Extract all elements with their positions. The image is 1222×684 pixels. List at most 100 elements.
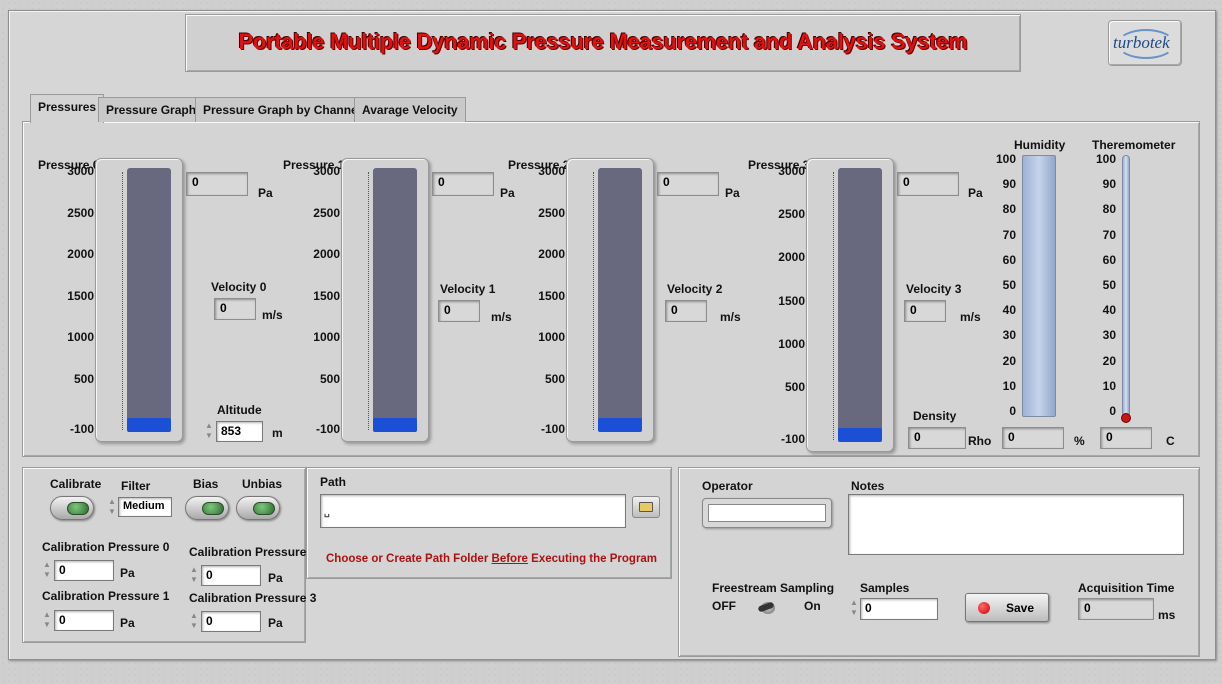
operator-field[interactable] [708,504,826,522]
pressure-0-tick-label: 1500 [67,289,94,303]
tab-pressure-graph[interactable]: Pressure Graph [98,97,205,122]
velocity-1-display: 0 [438,300,480,322]
acquisition-time-label: Acquisition Time [1078,581,1175,595]
acquisition-time-display: 0 [1078,598,1154,620]
unbias-led-icon [253,502,275,515]
calibration-pressure-0-spinner[interactable]: ▲ ▼ [42,560,52,582]
pressure-3-tick-label: 500 [784,380,805,394]
freestream-toggle[interactable] [755,598,781,618]
logo-swoosh-icon [1117,29,1175,59]
pressure-1-tick-label: 1500 [313,289,340,303]
thermometer-tick-label: 20 [1102,354,1116,368]
calibration-pressure-1-label: Calibration Pressure 1 [42,589,170,603]
filter-spinner[interactable]: ▲ ▼ [107,497,117,519]
pressure-0-tick-label: -100 [69,422,94,436]
samples-input[interactable]: 0 [860,598,938,620]
humidity-tick-label: 90 [1002,177,1016,191]
pressure-2-tick-label: 3000 [538,164,565,178]
tab-average-velocity[interactable]: Avarage Velocity [354,97,466,122]
pressure-2-tank-fill [598,168,642,432]
pressure-3-tank-fill [838,168,882,442]
pressure-1-tank-fill [373,168,417,432]
freestream-label: Freestream Sampling [712,581,835,595]
pressure-1-display: 0 [432,172,494,196]
altitude-label: Altitude [217,403,262,417]
calibration-pressure-3-spinner[interactable]: ▲ ▼ [189,611,199,633]
operator-input[interactable] [702,498,832,528]
pressure-0-tick-label: 3000 [67,164,94,178]
calibration-pressure-3-input[interactable]: 0 [201,611,261,632]
density-display: 0 [908,427,966,449]
thermometer-tick-label: 90 [1102,177,1116,191]
altitude-spinner[interactable]: ▲ ▼ [204,421,214,443]
pressure-3-scale-line [833,172,834,440]
pressure-2-level [598,418,642,432]
tab-pressures[interactable]: Pressures [30,94,105,123]
path-warning: Choose or Create Path Folder Before Exec… [326,553,657,565]
pressure-1-tick-label: -100 [315,422,340,436]
notes-input[interactable] [848,494,1184,555]
pressure-3-tick-label: 1000 [778,337,805,351]
bias-button[interactable] [185,496,229,520]
pressure-3-tick-label: 1500 [778,294,805,308]
filter-label: Filter [121,479,151,493]
calibration-pressure-0-input[interactable]: 0 [54,560,114,581]
calibration-pressure-2-label: Calibration Pressure 2 [189,545,317,559]
pressure-0-tick-label: 2000 [67,247,94,261]
tab-pressure-graph-channels[interactable]: Pressure Graph by Channels [195,97,376,122]
pressure-2-tick-label: 1500 [538,289,565,303]
browse-folder-button[interactable] [632,496,660,518]
pressure-0-tick-label: 1000 [67,330,94,344]
pressure-0-tick-label: 500 [73,372,94,386]
pressure-1-scale-line [368,172,369,430]
thermometer-tick-label: 80 [1102,202,1116,216]
density-unit: Rho [968,434,992,448]
path-input[interactable]: ␣ [320,494,626,528]
velocity-0-unit: m/s [262,308,283,322]
unbias-button[interactable] [236,496,280,520]
pressure-3-display: 0 [897,172,959,196]
filter-select[interactable]: Medium [118,497,172,517]
humidity-tick-label: 70 [1002,228,1016,242]
title-banner: Portable Multiple Dynamic Pressure Measu… [185,14,1021,72]
pressure-0-scale-line [122,172,123,430]
pressure-3-tick-label: 2500 [778,207,805,221]
acquisition-time-unit: ms [1158,608,1176,622]
pressure-0-unit: Pa [258,186,273,200]
thermometer-tick-label: 0 [1109,404,1116,418]
samples-label: Samples [860,581,910,595]
pressure-1-tick-label: 3000 [313,164,340,178]
calibration-pressure-2-spinner[interactable]: ▲ ▼ [189,565,199,587]
bias-label: Bias [193,477,219,491]
humidity-tube [1022,155,1056,417]
calibration-pressure-3-unit: Pa [268,616,283,630]
calibration-pressure-1-spinner[interactable]: ▲ ▼ [42,610,52,632]
samples-spinner[interactable]: ▲ ▼ [849,598,859,620]
record-led-icon [978,602,990,614]
thermometer-bulb-icon [1121,413,1131,423]
pressure-1-tick-label: 500 [319,372,340,386]
save-button[interactable]: Save [965,593,1049,622]
thermometer-tick-label: 50 [1102,278,1116,292]
calibration-pressure-3-label: Calibration Pressure 3 [189,591,317,605]
pressure-2-tick-label: -100 [540,422,565,436]
calibrate-button[interactable] [50,496,94,520]
thermometer-tick-label: 100 [1095,152,1116,166]
humidity-unit: % [1074,434,1085,448]
humidity-tick-label: 40 [1002,303,1016,317]
humidity-display: 0 [1002,427,1064,449]
velocity-2-label: Velocity 2 [667,282,723,296]
path-warning-emph: Before [491,553,528,565]
velocity-2-unit: m/s [720,310,741,324]
pressure-3-tick-label: -100 [780,432,805,446]
pressure-1-tick-label: 1000 [313,330,340,344]
altitude-input[interactable]: 853 [216,421,263,442]
humidity-tick-label: 50 [1002,278,1016,292]
calibration-pressure-1-input[interactable]: 0 [54,610,114,631]
pressure-2-tick-label: 1000 [538,330,565,344]
velocity-0-label: Velocity 0 [211,280,267,294]
velocity-2-display: 0 [665,300,707,322]
calibration-pressure-2-input[interactable]: 0 [201,565,261,586]
humidity-tick-label: 60 [1002,253,1016,267]
page-title: Portable Multiple Dynamic Pressure Measu… [238,29,968,54]
